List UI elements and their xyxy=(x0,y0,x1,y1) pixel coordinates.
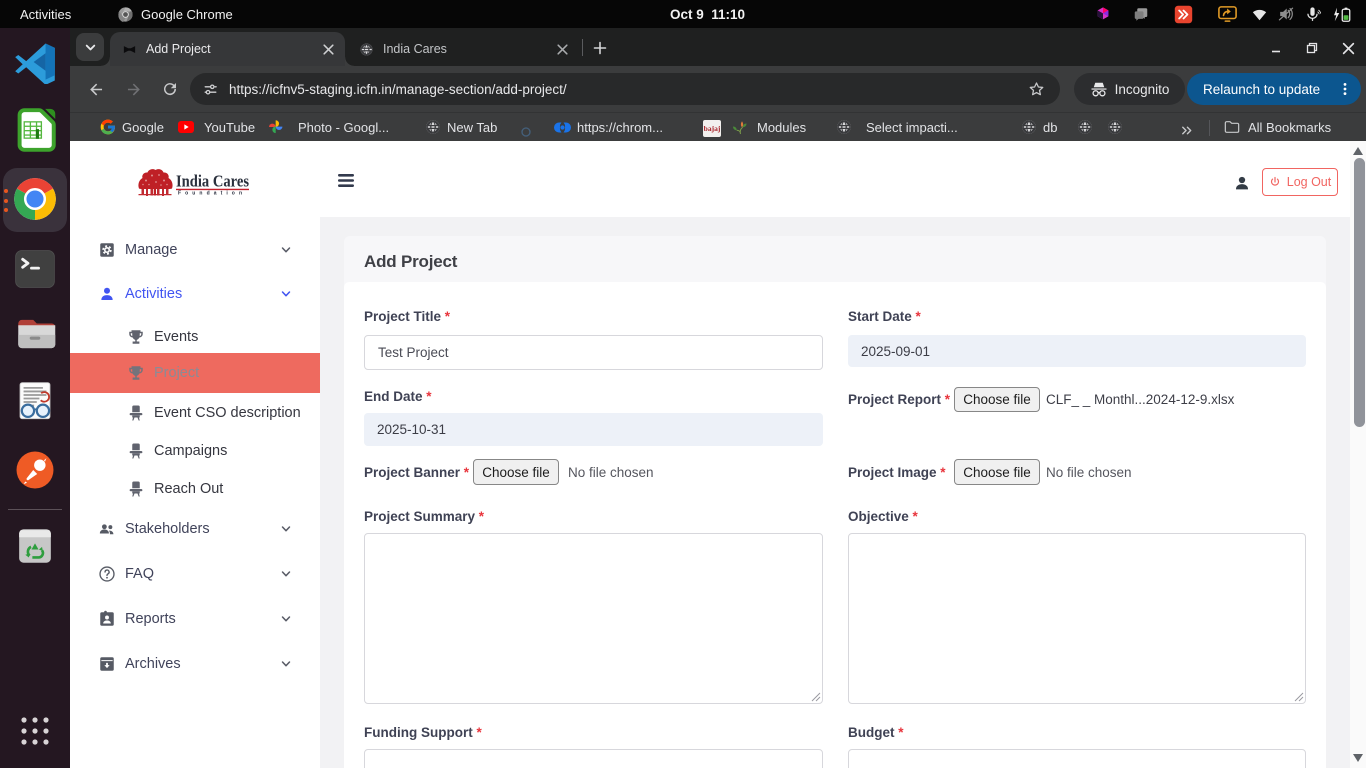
svg-text:F o u n d a t i o n: F o u n d a t i o n xyxy=(178,191,242,197)
svg-text:India Cares: India Cares xyxy=(176,172,250,191)
